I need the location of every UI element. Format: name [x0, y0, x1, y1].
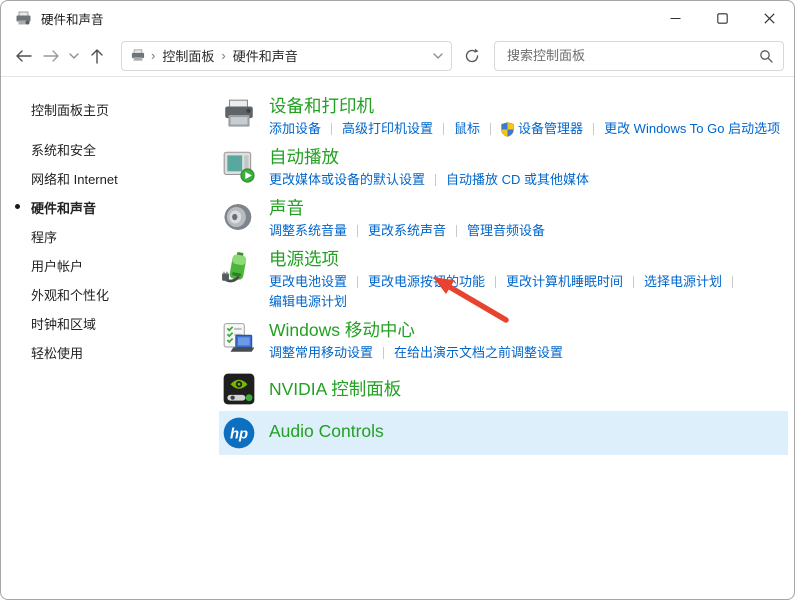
window-title: 硬件和声音: [41, 9, 104, 28]
link-divider: [357, 225, 358, 237]
link-divider: [490, 123, 491, 135]
svg-text:hp: hp: [230, 426, 248, 442]
power-options-title[interactable]: 电源选项: [269, 249, 743, 270]
sidebar-item-system-security[interactable]: 系统和安全: [1, 135, 219, 164]
chevron-down-icon: [69, 53, 79, 59]
breadcrumb-location-icon: [130, 49, 146, 62]
refresh-icon: [464, 48, 480, 64]
sidebar-item-appearance-personalization[interactable]: 外观和个性化: [1, 280, 219, 309]
autoplay-title[interactable]: 自动播放: [269, 147, 589, 168]
main-panel: 设备和打印机 添加设备 高级打印机设置 鼠标: [219, 77, 794, 600]
address-dropdown-chevron-icon[interactable]: [433, 53, 443, 59]
link-presentation-settings[interactable]: 在给出演示文档之前调整设置: [394, 344, 563, 362]
nvidia-icon: [221, 371, 257, 407]
breadcrumb-separator: ›: [148, 48, 158, 63]
section-hp-audio-controls[interactable]: hp Audio Controls: [219, 411, 788, 455]
link-change-media-defaults[interactable]: 更改媒体或设备的默认设置: [269, 171, 425, 189]
link-advanced-printer-settings[interactable]: 高级打印机设置: [342, 120, 433, 138]
link-choose-power-plan[interactable]: 选择电源计划: [644, 273, 722, 291]
link-autoplay-cd[interactable]: 自动播放 CD 或其他媒体: [446, 171, 589, 189]
link-divider: [331, 123, 332, 135]
hp-audio-controls-title[interactable]: Audio Controls: [269, 421, 384, 442]
sidebar-item-user-accounts[interactable]: 用户帐户: [1, 251, 219, 280]
sound-title[interactable]: 声音: [269, 198, 545, 219]
link-divider: [593, 123, 594, 135]
link-divider: [357, 276, 358, 288]
up-arrow-icon: [90, 48, 104, 64]
link-change-battery-settings[interactable]: 更改电池设置: [269, 273, 347, 291]
sidebar-item-clock-region[interactable]: 时钟和区域: [1, 309, 219, 338]
sidebar-item-control-panel-home[interactable]: 控制面板主页: [1, 95, 219, 124]
address-bar[interactable]: › 控制面板 › 硬件和声音: [121, 41, 452, 71]
nvidia-control-panel-title[interactable]: NVIDIA 控制面板: [269, 379, 401, 400]
sidebar-item-ease-of-access[interactable]: 轻松使用: [1, 338, 219, 367]
content-area: 控制面板主页 系统和安全 网络和 Internet 硬件和声音 程序 用户帐户 …: [1, 77, 794, 600]
link-mouse[interactable]: 鼠标: [454, 120, 480, 138]
section-mobility-center: Windows 移动中心 调整常用移动设置 在给出演示文档之前调整设置: [221, 320, 788, 362]
back-arrow-icon: [15, 49, 32, 63]
mobility-center-title[interactable]: Windows 移动中心: [269, 320, 563, 341]
section-nvidia-control-panel: NVIDIA 控制面板: [221, 371, 788, 407]
battery-power-icon: [221, 250, 257, 286]
link-divider: [732, 276, 733, 288]
forward-button[interactable]: [37, 42, 65, 70]
section-sound: 声音 调整系统音量 更改系统声音 管理音频设备: [221, 198, 788, 240]
devices-printers-title[interactable]: 设备和打印机: [269, 96, 780, 117]
link-manage-audio-devices[interactable]: 管理音频设备: [467, 222, 545, 240]
minimize-icon: [670, 13, 681, 24]
speaker-icon: [221, 199, 257, 235]
printer-icon: [221, 97, 257, 133]
link-device-manager[interactable]: 设备管理器: [501, 120, 583, 138]
close-button[interactable]: [746, 1, 793, 35]
breadcrumb-control-panel[interactable]: 控制面板: [158, 44, 218, 67]
sidebar-item-hardware-sound[interactable]: 硬件和声音: [1, 193, 219, 222]
navigation-bar: › 控制面板 › 硬件和声音: [1, 35, 794, 77]
window-controls: [652, 1, 793, 35]
breadcrumb-separator: ›: [218, 48, 228, 63]
link-change-system-sounds[interactable]: 更改系统声音: [368, 222, 446, 240]
link-device-manager-label: 设备管理器: [518, 120, 583, 138]
link-divider: [435, 174, 436, 186]
link-divider: [383, 347, 384, 359]
recent-pages-dropdown[interactable]: [65, 42, 83, 70]
hp-logo-icon: hp: [221, 415, 257, 451]
link-change-sleep-time[interactable]: 更改计算机睡眠时间: [506, 273, 623, 291]
forward-arrow-icon: [43, 49, 60, 63]
link-divider: [443, 123, 444, 135]
maximize-icon: [717, 13, 728, 24]
sidebar: 控制面板主页 系统和安全 网络和 Internet 硬件和声音 程序 用户帐户 …: [1, 77, 219, 600]
control-panel-window: 硬件和声音: [0, 0, 795, 600]
section-devices-printers: 设备和打印机 添加设备 高级打印机设置 鼠标: [221, 96, 788, 138]
sidebar-item-network-internet[interactable]: 网络和 Internet: [1, 164, 219, 193]
search-input[interactable]: [505, 47, 759, 64]
sidebar-item-programs[interactable]: 程序: [1, 222, 219, 251]
section-power-options: 电源选项 更改电池设置 更改电源按钮的功能 更改计算机睡眠时间 选择电源计划 编…: [221, 249, 788, 311]
close-icon: [764, 13, 775, 24]
link-divider: [456, 225, 457, 237]
mobility-center-icon: [221, 321, 257, 357]
search-box[interactable]: [494, 41, 784, 71]
hardware-sound-app-icon: [15, 11, 32, 26]
section-autoplay: 自动播放 更改媒体或设备的默认设置 自动播放 CD 或其他媒体: [221, 147, 788, 189]
link-divider: [633, 276, 634, 288]
link-divider: [495, 276, 496, 288]
refresh-button[interactable]: [458, 42, 486, 70]
link-add-device[interactable]: 添加设备: [269, 120, 321, 138]
link-windows-to-go[interactable]: 更改 Windows To Go 启动选项: [604, 120, 780, 138]
maximize-button[interactable]: [699, 1, 746, 35]
link-adjust-volume[interactable]: 调整系统音量: [269, 222, 347, 240]
autoplay-icon: [221, 148, 257, 184]
link-edit-power-plan[interactable]: 编辑电源计划: [269, 293, 347, 311]
breadcrumb-hardware-sound[interactable]: 硬件和声音: [229, 44, 302, 67]
up-button[interactable]: [83, 42, 111, 70]
minimize-button[interactable]: [652, 1, 699, 35]
back-button[interactable]: [9, 42, 37, 70]
link-change-power-button-function[interactable]: 更改电源按钮的功能: [368, 273, 485, 291]
link-adjust-mobility-settings[interactable]: 调整常用移动设置: [269, 344, 373, 362]
uac-shield-icon: [501, 122, 514, 137]
titlebar: 硬件和声音: [1, 1, 794, 35]
search-icon[interactable]: [759, 49, 773, 63]
